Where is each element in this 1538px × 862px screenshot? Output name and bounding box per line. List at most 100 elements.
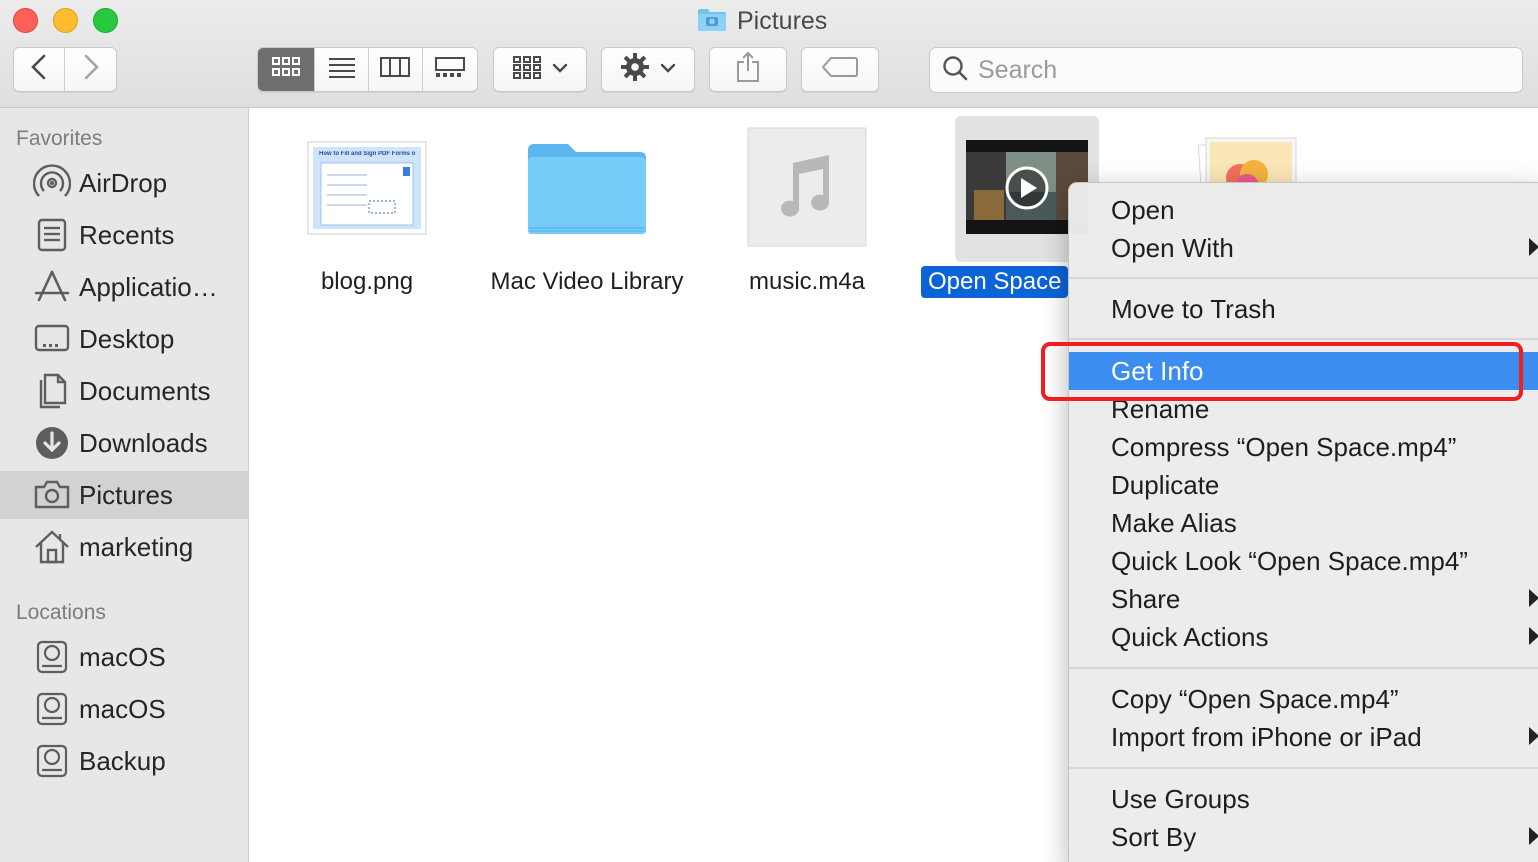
list-view-icon	[327, 56, 357, 83]
sidebar-item-desktop[interactable]: Desktop	[0, 315, 249, 363]
sidebar-item-pictures[interactable]: Pictures	[0, 471, 249, 519]
sidebar-item-label: AirDrop	[79, 167, 168, 198]
gallery-view-icon	[434, 56, 466, 83]
menu-item-share[interactable]: Share	[1069, 580, 1538, 618]
minimize-window-button[interactable]	[53, 8, 78, 33]
window-title-text: Pictures	[737, 6, 828, 35]
sidebar-favorites-header: Favorites	[16, 127, 103, 150]
submenu-arrow-icon	[1529, 627, 1538, 645]
action-menu-button[interactable]	[601, 47, 695, 92]
back-button[interactable]	[14, 48, 66, 91]
sidebar-item-label: Applicatio…	[79, 271, 218, 302]
group-grid-icon	[512, 55, 542, 84]
file-item-mac-video-library[interactable]: Mac Video Library	[477, 116, 697, 306]
sidebar-item-macos-2[interactable]: macOS	[0, 685, 249, 733]
window-title: Pictures	[697, 6, 827, 36]
menu-separator	[1069, 277, 1538, 279]
menu-item-sort-by[interactable]: Sort By	[1069, 818, 1538, 856]
file-item-music-m4a[interactable]: music.m4a	[697, 116, 917, 306]
menu-separator	[1069, 767, 1538, 769]
sidebar-item-label: Recents	[79, 219, 175, 250]
submenu-arrow-icon	[1529, 727, 1538, 745]
column-view-button[interactable]	[369, 48, 423, 91]
menu-item-quick-look[interactable]: Quick Look “Open Space.mp4”	[1069, 542, 1538, 580]
sidebar-locations-header: Locations	[16, 601, 106, 624]
close-window-button[interactable]	[13, 8, 38, 33]
thumbnail-caption: How to Fill and Sign PDF Forms on Mac?	[319, 151, 415, 157]
sidebar-item-documents[interactable]: Documents	[0, 367, 249, 415]
gallery-view-button[interactable]	[423, 48, 477, 91]
chevron-down-icon	[552, 61, 568, 79]
submenu-arrow-icon	[1529, 238, 1538, 256]
recents-icon	[33, 216, 71, 254]
disk-icon	[33, 690, 71, 728]
chevron-left-icon	[30, 54, 48, 85]
sidebar: Favorites AirDrop Recents Applicatio… De…	[0, 108, 249, 862]
tag-button[interactable]	[801, 47, 879, 92]
file-name: music.m4a	[748, 268, 866, 295]
sidebar-item-label: Downloads	[79, 427, 208, 458]
sidebar-item-marketing[interactable]: marketing	[0, 523, 249, 571]
file-name: Mac Video Library	[490, 268, 684, 295]
sidebar-item-label: Desktop	[79, 323, 175, 354]
column-view-icon	[379, 56, 411, 83]
disk-icon	[33, 742, 71, 780]
submenu-arrow-icon	[1529, 589, 1538, 607]
chevron-down-icon	[660, 61, 676, 79]
view-mode-control	[257, 47, 478, 92]
airdrop-icon	[33, 164, 71, 202]
image-thumbnail-icon: How to Fill and Sign PDF Forms on Mac?	[307, 141, 427, 240]
list-view-button[interactable]	[315, 48, 369, 91]
home-icon	[33, 528, 71, 566]
file-item-blog-png[interactable]: How to Fill and Sign PDF Forms on Mac? b…	[257, 116, 477, 306]
sidebar-item-label: Documents	[79, 375, 211, 406]
gear-icon	[620, 52, 650, 87]
back-forward-control	[13, 47, 117, 92]
menu-item-open[interactable]: Open	[1069, 191, 1538, 229]
sidebar-item-label: macOS	[79, 641, 166, 672]
icon-view-icon	[271, 56, 301, 83]
sidebar-item-downloads[interactable]: Downloads	[0, 419, 249, 467]
icon-view-button[interactable]	[258, 48, 316, 91]
menu-item-import-from-iphone[interactable]: Import from iPhone or iPad	[1069, 718, 1538, 756]
menu-item-use-groups[interactable]: Use Groups	[1069, 780, 1538, 818]
sidebar-item-recents[interactable]: Recents	[0, 211, 249, 259]
menu-item-move-to-trash[interactable]: Move to Trash	[1069, 290, 1538, 328]
sidebar-item-airdrop[interactable]: AirDrop	[0, 159, 249, 207]
desktop-icon	[33, 320, 71, 358]
file-name: blog.png	[320, 268, 414, 295]
sidebar-item-label: marketing	[79, 531, 194, 562]
window-toolbar: Pictures	[0, 0, 1538, 108]
context-menu: Open Open With Move to Trash Get Info Re…	[1068, 182, 1538, 862]
group-by-button[interactable]	[493, 47, 587, 92]
forward-button[interactable]	[65, 48, 116, 91]
menu-separator	[1069, 667, 1538, 669]
menu-item-rename[interactable]: Rename	[1069, 390, 1538, 428]
sidebar-item-macos[interactable]: macOS	[0, 633, 249, 681]
search-input[interactable]	[978, 55, 1498, 85]
documents-icon	[33, 372, 71, 410]
sidebar-item-backup[interactable]: Backup	[0, 737, 249, 785]
menu-item-copy[interactable]: Copy “Open Space.mp4”	[1069, 680, 1538, 718]
menu-item-open-with[interactable]: Open With	[1069, 229, 1538, 267]
menu-item-compress[interactable]: Compress “Open Space.mp4”	[1069, 428, 1538, 466]
search-field[interactable]	[929, 47, 1523, 93]
music-note-icon	[747, 127, 867, 252]
share-button[interactable]	[709, 47, 787, 92]
file-name: Open Space	[921, 266, 1069, 298]
folder-icon	[526, 142, 648, 241]
camera-icon	[33, 476, 71, 514]
search-icon	[942, 55, 968, 86]
menu-item-make-alias[interactable]: Make Alias	[1069, 504, 1538, 542]
sidebar-item-label: macOS	[79, 693, 166, 724]
menu-item-get-info[interactable]: Get Info	[1069, 352, 1538, 390]
chevron-right-icon	[82, 54, 100, 85]
menu-item-quick-actions[interactable]: Quick Actions	[1069, 618, 1538, 656]
disk-icon	[33, 638, 71, 676]
menu-item-duplicate[interactable]: Duplicate	[1069, 466, 1538, 504]
sidebar-item-applications[interactable]: Applicatio…	[0, 263, 249, 311]
tag-icon	[821, 56, 859, 83]
menu-separator	[1069, 338, 1538, 340]
sidebar-item-label: Pictures	[79, 479, 173, 510]
zoom-window-button[interactable]	[93, 8, 118, 33]
